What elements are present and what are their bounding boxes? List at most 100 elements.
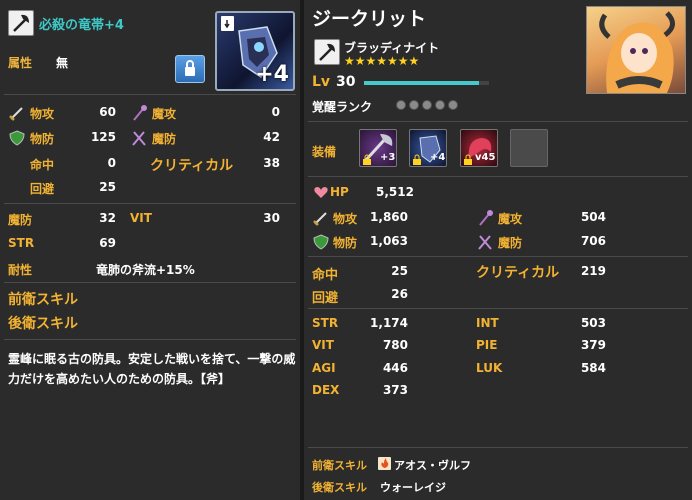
extra-vit-label: VIT — [130, 211, 152, 225]
hp-value: 5,512 — [376, 185, 414, 199]
equip-label: 装備 — [312, 145, 337, 159]
awaken-label: 覚醒ランク — [312, 100, 373, 114]
int-label: INT — [476, 316, 499, 330]
rarity-stars: ★★★★★★★ — [344, 54, 420, 68]
crossed-staves-icon — [132, 131, 146, 146]
level-label: Lv — [312, 74, 331, 90]
level-progress-track — [364, 81, 489, 85]
lock-icon — [363, 154, 371, 165]
equip-badge: +3 — [380, 152, 396, 163]
matk-value: 504 — [580, 210, 606, 224]
item-name: 必殺の竜帯+4 — [39, 18, 124, 33]
character-detail-panel: ジークリット ブラッディナイト ★★★★★★★ Lv 30 覚醒ランク 装備 +… — [304, 0, 692, 500]
stat-hit-value: 0 — [107, 156, 116, 170]
trait-label: 耐性 — [8, 263, 33, 277]
shield-icon — [9, 130, 25, 146]
stat-label: 物防 — [30, 132, 55, 146]
hit-label: 命中 — [312, 268, 339, 283]
stat-matk-label: 魔攻 — [152, 107, 177, 121]
stat-mdef-label: 魔防 — [152, 132, 177, 146]
item-image: +4 — [215, 11, 295, 91]
front-skill-value[interactable]: アオス・ヴルフ — [394, 457, 471, 473]
pdef-label: 物防 — [333, 236, 358, 250]
stat-eva-value: 25 — [99, 180, 116, 194]
front-skill-label: 前衛スキル — [8, 292, 78, 308]
eva-value: 26 — [391, 287, 408, 301]
heart-icon — [314, 187, 328, 198]
hit-value: 25 — [391, 264, 408, 278]
equip-badge: v45 — [475, 152, 496, 163]
vit-value: 780 — [382, 338, 408, 352]
extra-str-value: 69 — [99, 236, 116, 250]
patk-label: 物攻 — [333, 212, 358, 226]
lock-icon — [464, 154, 472, 165]
plus-badge: +4 — [255, 62, 289, 87]
shield-icon — [313, 234, 329, 250]
level-value: 30 — [336, 74, 356, 90]
crossed-staves-icon — [478, 235, 492, 250]
pie-label: PIE — [476, 338, 498, 352]
awaken-rank-dots — [396, 99, 461, 113]
equip-slot-armor[interactable]: +4 — [409, 129, 447, 167]
sword-icon — [9, 107, 23, 121]
attribute-label: 属性 — [8, 56, 33, 70]
front-skill-label: 前衛スキル — [312, 459, 367, 472]
stat-patk-value: 60 — [99, 105, 116, 119]
extra-mdef-value: 32 — [99, 211, 116, 225]
item-description: 霊峰に眠る古の防具。安定した戦いを捨て、一撃の威力だけを高めたい人のための防具。… — [8, 352, 296, 386]
agi-value: 446 — [382, 361, 408, 375]
luk-value: 584 — [580, 361, 606, 375]
character-portrait — [586, 6, 686, 94]
dex-label: DEX — [312, 383, 340, 397]
pie-value: 379 — [580, 338, 606, 352]
pdef-value: 1,063 — [370, 234, 408, 248]
dex-value: 373 — [382, 383, 408, 397]
fire-icon — [378, 457, 391, 470]
str-value: 1,174 — [370, 316, 408, 330]
extra-mdef-label: 魔防 — [8, 213, 33, 227]
luk-label: LUK — [476, 361, 503, 375]
stat-pdef-value: 125 — [90, 130, 116, 144]
stat-hit-label: 命中 — [30, 158, 55, 172]
patk-value: 1,860 — [370, 210, 408, 224]
crit-label: クリティカル — [476, 265, 560, 281]
axe-type-icon — [8, 10, 34, 36]
axe-type-icon — [314, 39, 340, 65]
equip-slot-weapon[interactable]: +3 — [359, 129, 397, 167]
crit-value: 219 — [580, 264, 606, 278]
attribute-value: 無 — [56, 56, 69, 70]
character-name: ジークリット — [312, 8, 427, 30]
back-skill-value[interactable]: ウォーレイジ — [380, 479, 446, 495]
stat-label: 物攻 — [30, 107, 55, 121]
back-skill-label: 後衛スキル — [8, 316, 78, 332]
back-skill-label: 後衛スキル — [312, 481, 367, 494]
staff-icon — [133, 105, 147, 121]
equip-slot-empty[interactable] — [510, 129, 548, 167]
extra-str-label: STR — [8, 236, 35, 250]
equip-slot-accessory[interactable]: v45 — [460, 129, 498, 167]
hp-label: HP — [330, 185, 349, 199]
equip-badge: +4 — [430, 152, 446, 163]
sword-icon — [313, 212, 327, 226]
stat-matk-value: 0 — [271, 105, 280, 119]
vit-label: VIT — [312, 338, 334, 352]
stat-mdef-value: 42 — [263, 130, 280, 144]
lock-icon — [413, 154, 421, 165]
mdef-label: 魔防 — [498, 236, 523, 250]
lock-icon — [185, 60, 195, 76]
trait-value: 竜肺の斧流+15% — [96, 263, 195, 277]
int-value: 503 — [580, 316, 606, 330]
stat-eva-label: 回避 — [30, 182, 55, 196]
str-label: STR — [312, 316, 339, 330]
eva-label: 回避 — [312, 291, 339, 306]
level-progress-fill — [364, 81, 479, 85]
matk-label: 魔攻 — [498, 212, 523, 226]
stat-crit-label: クリティカル — [150, 158, 234, 174]
item-detail-panel: 必殺の竜帯+4 属性 無 +4 物攻 60 物防 125 命中 0 回避 25 … — [0, 0, 300, 500]
mdef-value: 706 — [580, 234, 606, 248]
agi-label: AGI — [312, 361, 336, 375]
extra-vit-value: 30 — [263, 211, 280, 225]
stat-crit-value: 38 — [263, 156, 280, 170]
staff-icon — [479, 210, 493, 226]
lock-button[interactable] — [175, 55, 205, 83]
